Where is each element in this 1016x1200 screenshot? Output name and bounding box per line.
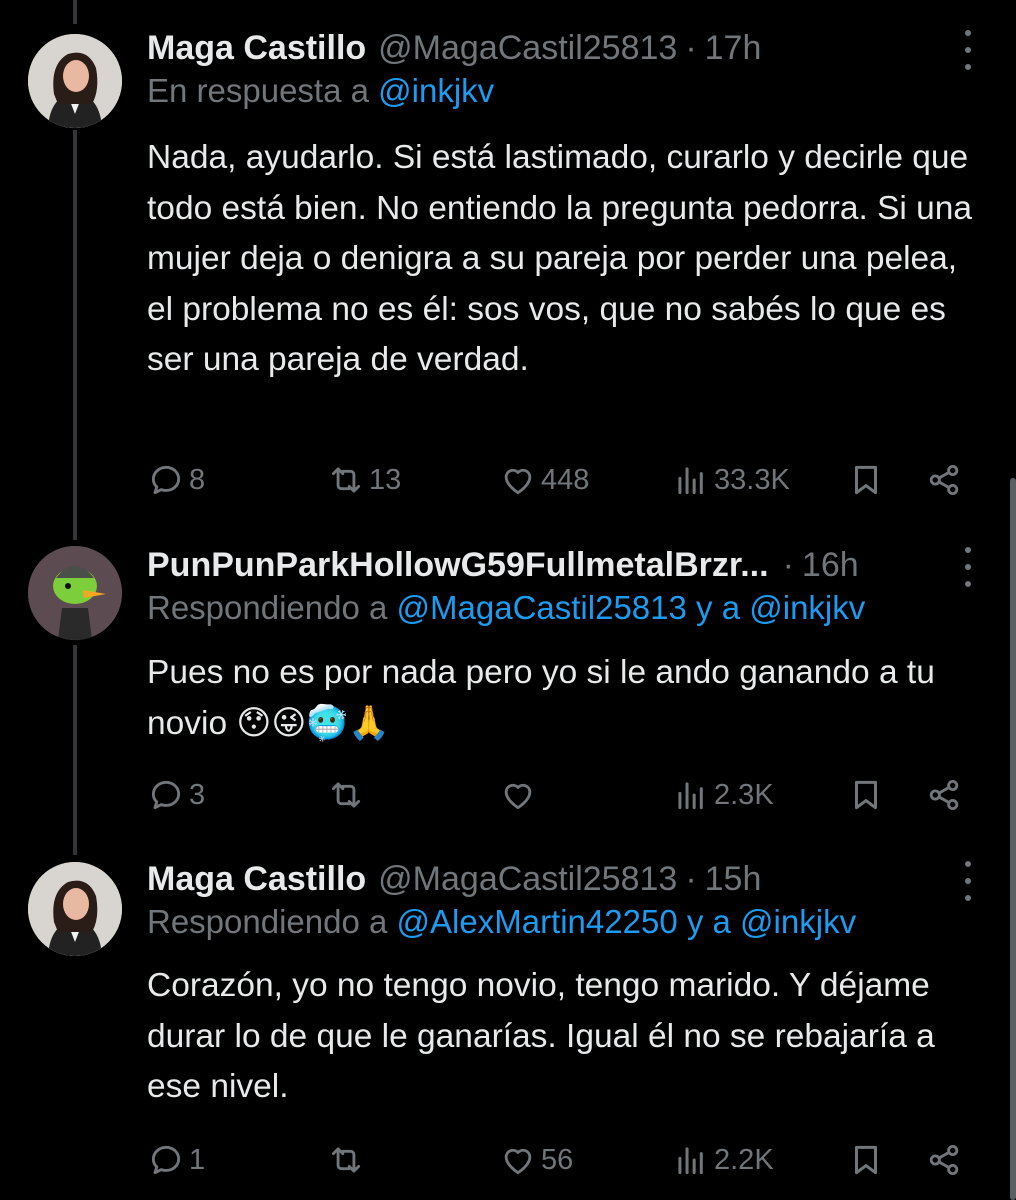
heart-icon (504, 783, 532, 810)
mention-link[interactable]: @inkjkv (740, 903, 856, 940)
avatar[interactable] (28, 546, 122, 640)
like-count: 56 (541, 1143, 574, 1176)
reply-icon (151, 1145, 181, 1175)
views-icon (678, 467, 703, 495)
more-icon[interactable] (958, 30, 978, 70)
retweet-button[interactable] (327, 776, 369, 814)
action-bar: 3 2.3K (147, 770, 977, 820)
retweet-button[interactable]: 13 (327, 461, 401, 499)
heart-icon (504, 1148, 532, 1175)
profile-photo (28, 862, 122, 956)
tweet[interactable]: PunPunParkHollowG59FullmetalBrzr... · 16… (0, 537, 1016, 837)
reply-prefix: En respuesta a (147, 72, 379, 109)
reply-count: 3 (189, 778, 206, 811)
reply-button[interactable]: 1 (147, 1141, 205, 1179)
timestamp[interactable]: 16h (802, 546, 859, 585)
view-count: 2.2K (714, 1143, 774, 1176)
reply-count: 1 (189, 1143, 206, 1176)
author-handle[interactable]: @MagaCastil25813 (378, 29, 677, 68)
scrollbar[interactable] (1010, 478, 1016, 1200)
tweet[interactable]: Maga Castillo @MagaCastil25813 · 15h Res… (0, 851, 1016, 1200)
action-bar: 1 56 2.2K (147, 1135, 977, 1185)
profile-photo (28, 546, 122, 640)
reply-conjunction: y a (677, 903, 741, 940)
retweet-icon (331, 782, 361, 808)
views-icon (678, 782, 703, 810)
avatar[interactable] (28, 862, 122, 956)
timestamp[interactable]: 15h (705, 860, 762, 899)
tweet-text: Pues no es por nada pero yo si le ando g… (147, 654, 935, 742)
mention-link[interactable]: @MagaCastil25813 (397, 589, 687, 626)
retweet-count: 13 (369, 463, 402, 496)
reply-prefix: Respondiendo a (147, 589, 397, 626)
reply-button[interactable]: 3 (147, 776, 205, 814)
tweet-text: Corazón, yo no tengo novio, tengo marido… (147, 967, 935, 1105)
tweet-header: Maga Castillo @MagaCastil25813 · 17h (147, 20, 936, 76)
author-name[interactable]: Maga Castillo (147, 29, 366, 68)
reply-context: Respondiendo a @MagaCastil25813 y a @ink… (147, 589, 865, 627)
share-icon (929, 779, 959, 811)
views-button[interactable]: 2.2K (672, 1141, 774, 1179)
bookmark-button[interactable] (847, 776, 885, 814)
bookmark-icon (854, 780, 878, 810)
separator-dot: · (685, 859, 697, 898)
share-icon (929, 464, 959, 496)
bookmark-icon (854, 465, 878, 495)
retweet-icon (331, 467, 361, 493)
tweet-header: PunPunParkHollowG59FullmetalBrzr... · 16… (147, 537, 936, 593)
views-button[interactable]: 33.3K (672, 461, 790, 499)
reply-count: 8 (189, 463, 206, 496)
bookmark-button[interactable] (847, 461, 885, 499)
reply-icon (151, 465, 181, 495)
avatar[interactable] (28, 34, 122, 128)
bookmark-button[interactable] (847, 1141, 885, 1179)
share-button[interactable] (925, 461, 963, 499)
reply-prefix: Respondiendo a (147, 903, 397, 940)
author-handle[interactable]: @MagaCastil25813 (378, 860, 677, 899)
reply-context: En respuesta a @inkjkv (147, 72, 494, 110)
bookmark-icon (854, 1145, 878, 1175)
more-icon[interactable] (958, 861, 978, 901)
more-icon[interactable] (958, 547, 978, 587)
tweet-header: Maga Castillo @MagaCastil25813 · 15h (147, 851, 936, 907)
separator-dot: · (782, 545, 794, 584)
heart-icon (504, 468, 532, 495)
author-name[interactable]: PunPunParkHollowG59FullmetalBrzr... (147, 546, 769, 585)
like-button[interactable] (499, 776, 541, 814)
like-button[interactable]: 448 (499, 461, 589, 499)
reply-button[interactable]: 8 (147, 461, 205, 499)
like-count: 448 (541, 463, 590, 496)
profile-photo (28, 34, 122, 128)
tweet[interactable]: Maga Castillo @MagaCastil25813 · 17h En … (0, 20, 1016, 520)
views-button[interactable]: 2.3K (672, 776, 774, 814)
view-count: 33.3K (714, 463, 790, 496)
views-icon (678, 1147, 703, 1175)
mention-link[interactable]: @AlexMartin42250 (397, 903, 678, 940)
reply-conjunction: y a (686, 589, 750, 626)
retweet-icon (331, 1147, 361, 1173)
mention-link[interactable]: @inkjkv (378, 72, 494, 109)
mention-link[interactable]: @inkjkv (749, 589, 865, 626)
share-button[interactable] (925, 776, 963, 814)
timestamp[interactable]: 17h (705, 29, 762, 68)
reply-icon (151, 780, 181, 810)
separator-dot: · (685, 28, 697, 67)
action-bar: 8 13 448 33.3K (147, 455, 977, 505)
author-name[interactable]: Maga Castillo (147, 860, 366, 899)
tweet-text: Nada, ayudarlo. Si está lastimado, curar… (147, 139, 973, 378)
share-button[interactable] (925, 1141, 963, 1179)
retweet-button[interactable] (327, 1141, 369, 1179)
share-icon (929, 1144, 959, 1176)
view-count: 2.3K (714, 778, 774, 811)
like-button[interactable]: 56 (499, 1141, 573, 1179)
reply-context: Respondiendo a @AlexMartin42250 y a @ink… (147, 903, 856, 941)
